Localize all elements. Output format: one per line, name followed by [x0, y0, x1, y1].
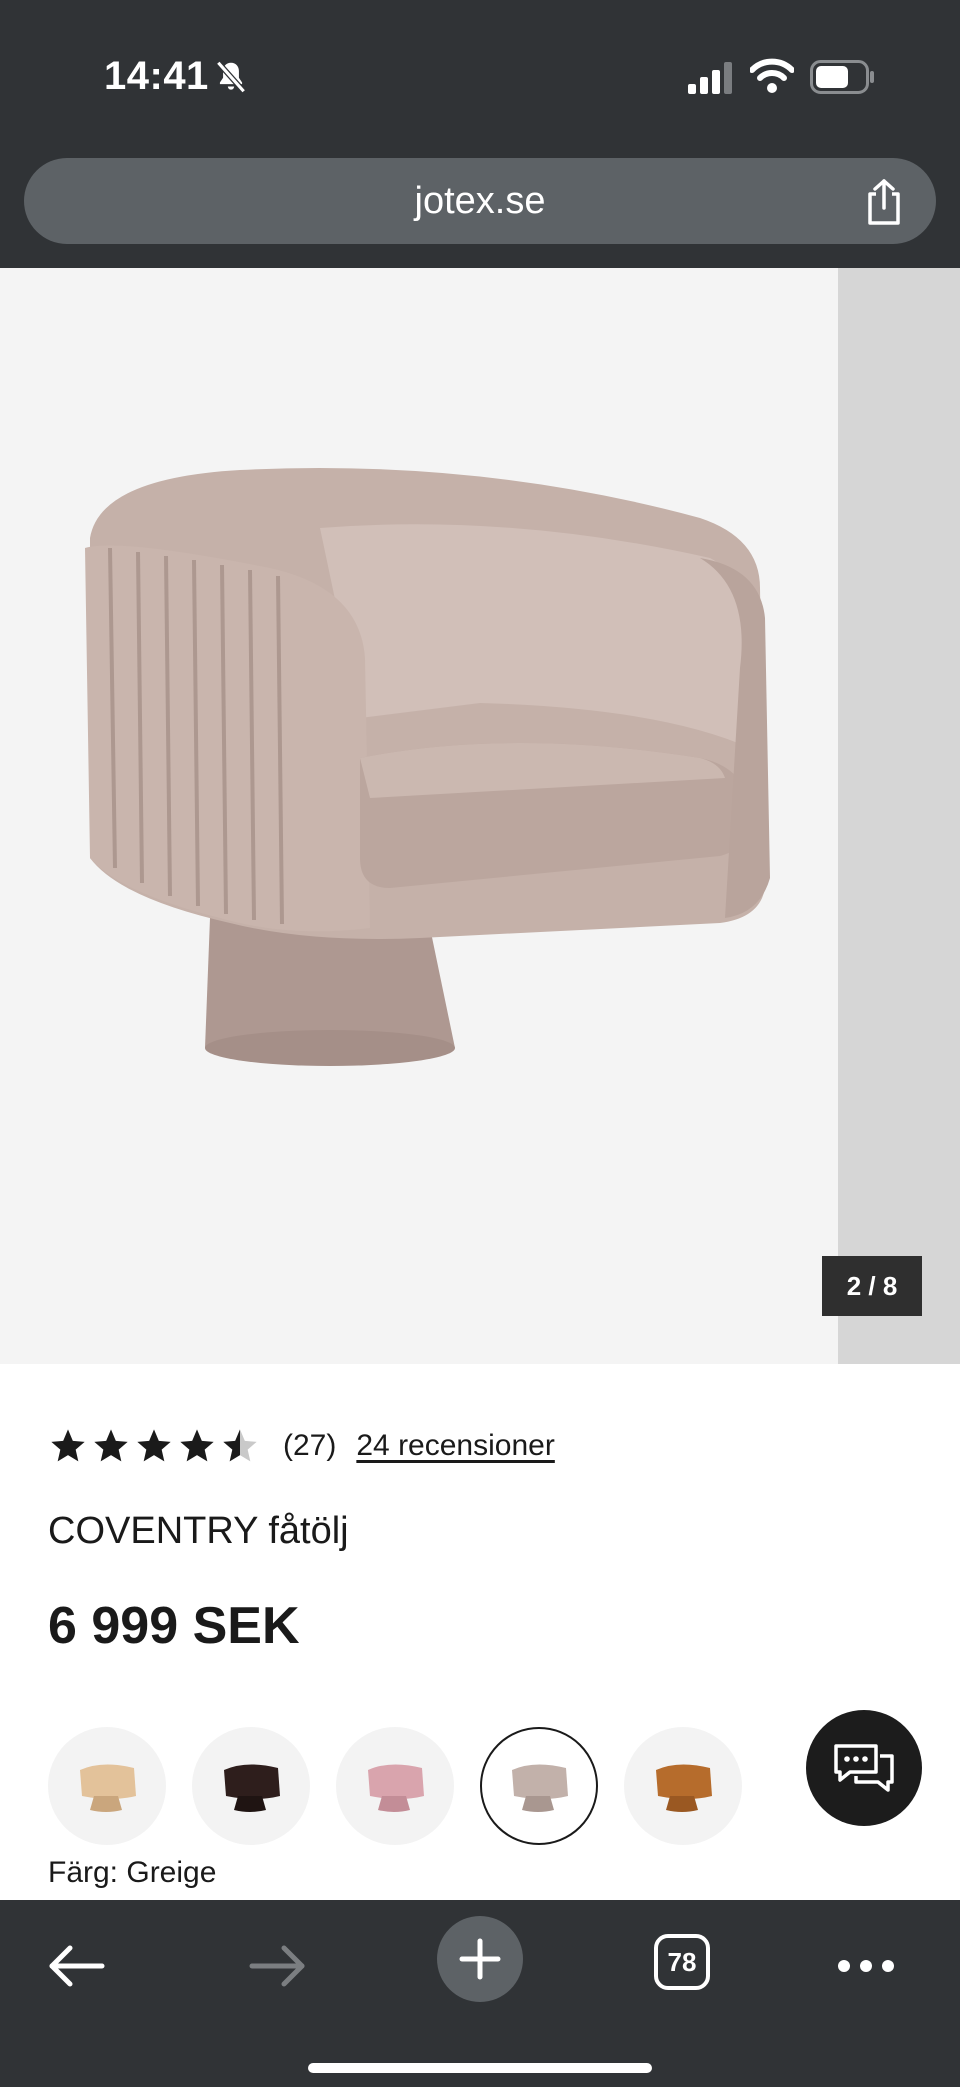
back-arrow-icon[interactable]: [46, 1944, 106, 1988]
swatch-cognac[interactable]: [624, 1727, 742, 1845]
bell-slash-icon: [216, 60, 246, 94]
chair-thumbnail-beige: [80, 1764, 136, 1812]
address-bar[interactable]: jotex.se: [24, 158, 936, 244]
swatch-beige[interactable]: [48, 1727, 166, 1845]
star-full-icon: [137, 1429, 171, 1462]
color-swatches: [48, 1727, 768, 1845]
product-title: COVENTRY fåtölj: [48, 1510, 349, 1552]
reviews-link[interactable]: 24 recensioner: [356, 1429, 554, 1463]
star-half-icon: [223, 1429, 257, 1462]
cellular-signal-icon: [688, 62, 732, 94]
product-image-chair: [85, 468, 770, 1066]
chair-thumbnail-cognac: [656, 1764, 712, 1812]
browser-top-bar: 14:41 jotex.se: [0, 0, 960, 268]
product-price: 6 999 SEK: [48, 1597, 300, 1655]
rating-row[interactable]: (27) 24 recensioner: [48, 1424, 555, 1468]
star-full-icon: [180, 1429, 214, 1462]
url-text: jotex.se: [414, 180, 546, 222]
home-indicator: [308, 2063, 652, 2073]
tabs-button[interactable]: 78: [654, 1934, 710, 1990]
chat-button[interactable]: [806, 1710, 922, 1826]
swatch-dark-brown[interactable]: [192, 1727, 310, 1845]
star-full-icon: [94, 1429, 128, 1462]
next-gallery-image[interactable]: [838, 268, 960, 1364]
rating-count: (27): [283, 1429, 337, 1462]
share-icon[interactable]: [862, 178, 906, 226]
chat-bubbles-icon: [834, 1744, 894, 1792]
status-time: 14:41: [104, 54, 209, 98]
chair-thumbnail-greige: [512, 1764, 568, 1812]
chair-thumbnail-dark-brown: [224, 1764, 280, 1812]
swatch-pink[interactable]: [336, 1727, 454, 1845]
star-full-icon: [51, 1429, 85, 1462]
chair-thumbnail-pink: [368, 1764, 424, 1812]
product-image-gallery[interactable]: 2 / 8: [0, 268, 960, 1364]
plus-icon: [459, 1938, 501, 1980]
battery-icon: [810, 60, 874, 94]
new-tab-button[interactable]: [437, 1916, 523, 2002]
browser-bottom-toolbar: 78: [0, 1900, 960, 2087]
gallery-counter: 2 / 8: [822, 1256, 922, 1316]
wifi-icon: [750, 58, 794, 93]
ellipsis-icon[interactable]: [836, 1946, 896, 1986]
swatch-greige[interactable]: [480, 1727, 598, 1845]
color-label: Färg: Greige: [48, 1856, 217, 1889]
forward-arrow-icon[interactable]: [248, 1944, 308, 1988]
